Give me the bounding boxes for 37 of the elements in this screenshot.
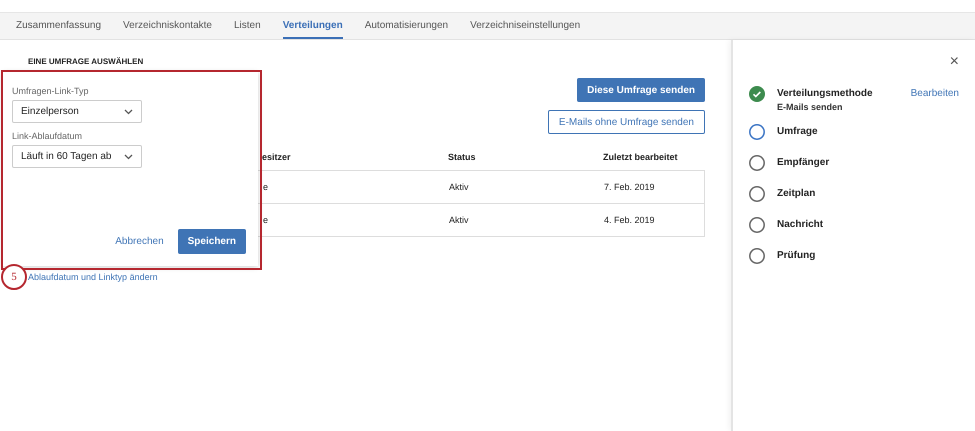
tab[interactable]: Automatisierungen xyxy=(364,13,448,39)
step-detail: E-Mails senden xyxy=(777,102,844,112)
step-label: Umfrage xyxy=(777,126,818,137)
table-cell-text: Aktiv xyxy=(449,215,470,225)
tab[interactable]: Zusammenfassung xyxy=(16,13,102,39)
field-label: Link-Ablaufdatum xyxy=(12,131,82,141)
step-label: Verteilungsmethode xyxy=(777,88,873,99)
chevron-icon xyxy=(124,108,133,114)
close-button[interactable]: × xyxy=(950,54,959,70)
section-title: EINE UMFRAGE AUSWÄHLEN xyxy=(28,57,144,66)
dropdown[interactable]: Einzelperson xyxy=(12,100,142,123)
tab[interactable]: Verteilungen xyxy=(282,13,343,39)
column-header: Status xyxy=(448,152,477,164)
table-cell-text: 7. Feb. 2019 xyxy=(604,182,656,192)
column-header: esitzer xyxy=(262,152,292,164)
callout-number: 5 xyxy=(1,264,27,290)
table-cell-text: e xyxy=(263,215,270,225)
column-header: Zuletzt bearbeitet xyxy=(603,152,679,164)
tab[interactable]: Listen xyxy=(234,13,261,39)
edit-link[interactable]: Bearbeiten xyxy=(910,88,959,99)
tab[interactable]: Verzeichniskontakte xyxy=(123,13,212,39)
table-cell-text: Aktiv xyxy=(449,182,470,192)
field-label: Umfragen-Link-Typ xyxy=(12,86,89,96)
send-survey-button[interactable]: Diese Umfrage senden xyxy=(577,78,705,102)
dropdown[interactable]: Läuft in 60 Tagen ab xyxy=(12,145,142,168)
step-label: Prüfung xyxy=(777,250,816,261)
table-cell-text: e xyxy=(263,182,270,192)
send-emails-button[interactable]: E-Mails ohne Umfrage senden xyxy=(548,110,705,134)
step-label: Zeitplan xyxy=(777,188,816,199)
cancel-button[interactable]: Abbrechen xyxy=(115,236,164,247)
save-button[interactable]: Speichern xyxy=(178,229,246,254)
step-label: Nachricht xyxy=(777,219,824,230)
chevron-icon xyxy=(124,154,133,160)
callout-text: Ablaufdatum und Linktyp ändern xyxy=(28,272,158,282)
table-cell-text: 4. Feb. 2019 xyxy=(604,215,656,225)
tab[interactable]: Verzeichniseinstellungen xyxy=(470,13,580,39)
step-label: Empfänger xyxy=(777,157,830,168)
